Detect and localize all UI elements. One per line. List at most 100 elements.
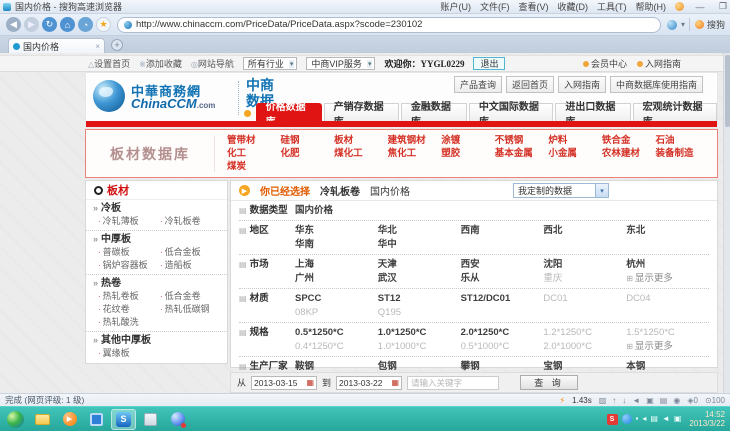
category-link[interactable]: 铁合金 (602, 134, 656, 147)
filter-option[interactable]: 国内价格 (295, 204, 378, 218)
taskbar-app-explorer[interactable] (138, 409, 163, 430)
url-dropdown-icon[interactable]: ▾ (681, 20, 685, 29)
nav-tab-item[interactable]: 宏观统计数据库 (633, 103, 717, 121)
tab-title[interactable]: 国内价格 (23, 40, 59, 53)
filter-option[interactable]: 西北 (543, 224, 626, 238)
category-link[interactable]: 农林建材 (602, 147, 656, 160)
sidebar-group-label[interactable]: »中厚板 (93, 233, 222, 246)
filter-option[interactable]: 重庆 (543, 272, 626, 286)
security-shield-icon[interactable] (667, 20, 677, 30)
menubar-item[interactable]: 账户(U) (441, 0, 472, 13)
taskbar-app-media[interactable]: ▶ (57, 409, 82, 430)
category-link[interactable]: 石油 (655, 134, 709, 147)
filter-option[interactable]: DC01 (543, 292, 626, 306)
status-tool-icon[interactable]: ▣ (646, 396, 654, 405)
quick-link-button[interactable]: 返回首页 (506, 76, 554, 93)
calendar-icon[interactable]: ▦ (391, 379, 399, 387)
filter-option[interactable]: 西南 (461, 224, 544, 238)
add-favorite-link[interactable]: ※添加收藏 (139, 57, 182, 70)
restore-button[interactable]: ❐ (716, 1, 730, 12)
category-link[interactable]: 化工 (227, 147, 281, 160)
network-tray-icon[interactable]: ▤ (650, 415, 658, 423)
filter-option[interactable]: Q195 (378, 306, 461, 320)
filter-option[interactable]: 上海 (295, 258, 378, 272)
category-link[interactable]: 硅钢 (281, 134, 335, 147)
sidebar-item[interactable]: ·低合金板 (160, 246, 222, 259)
vertical-scrollbar[interactable] (723, 53, 730, 393)
sidebar-item[interactable]: ·普碳板 (98, 246, 160, 259)
filter-option[interactable]: 2.0*1250*C (461, 326, 544, 340)
category-link[interactable]: 煤化工 (334, 147, 388, 160)
menubar-item[interactable]: 收藏(D) (558, 0, 589, 13)
category-link[interactable]: 基本金属 (495, 147, 549, 160)
filter-option[interactable]: 杭州 (626, 258, 709, 272)
filter-option[interactable]: 华南 (295, 238, 378, 252)
volume-tray-icon[interactable]: ◄ (662, 415, 670, 423)
search-engine-label[interactable]: 搜狗 (707, 18, 725, 31)
date-from-input[interactable]: 2013-03-15 ▦ (251, 376, 317, 390)
refresh-icon[interactable]: ↻ (42, 17, 57, 32)
category-link[interactable]: 板材 (334, 134, 388, 147)
set-homepage-link[interactable]: △设置首页 (88, 57, 130, 70)
filter-option[interactable]: 08KP (295, 306, 378, 320)
sidebar-item[interactable]: ·造船板 (160, 259, 222, 272)
category-link[interactable]: 装备制造 (655, 147, 709, 160)
nav-tab-item[interactable]: 进出口数据库 (555, 103, 630, 121)
category-link[interactable]: 不锈钢 (495, 134, 549, 147)
taskbar-app-sogou-browser[interactable]: S (111, 409, 136, 430)
show-more-link[interactable]: ⊞显示更多 (626, 340, 709, 354)
shield-counter[interactable]: ◈0 (687, 396, 698, 405)
industry-select[interactable]: 所有行业▾ (243, 57, 298, 70)
filter-option[interactable]: SPCC (295, 292, 378, 306)
query-button[interactable]: 查 询 (520, 375, 578, 390)
filter-option[interactable]: 天津 (378, 258, 461, 272)
sidebar-item[interactable]: ·花纹卷 (98, 303, 160, 316)
menubar-item[interactable]: 帮助(H) (636, 0, 667, 13)
sidebar-item[interactable]: ·冷轧板卷 (160, 215, 222, 228)
nav-tab-item[interactable]: 产销存数据库 (324, 103, 399, 121)
keyword-input[interactable] (407, 376, 499, 390)
join-guide-link[interactable]: 入网指南 (637, 57, 681, 70)
start-button[interactable] (3, 409, 28, 430)
date-to-input[interactable]: 2013-03-22 ▦ (336, 376, 402, 390)
home-icon[interactable]: ⌂ (60, 17, 75, 32)
sidebar-item[interactable]: ·热轧卷板 (98, 290, 160, 303)
tray-app-icon[interactable] (622, 414, 632, 424)
category-link[interactable]: 涂镀 (441, 134, 495, 147)
filter-option[interactable]: 0.5*1250*C (295, 326, 378, 340)
category-link[interactable]: 化肥 (281, 147, 335, 160)
search-segment[interactable]: 搜狗 (689, 18, 725, 31)
skin-icon[interactable] (675, 2, 684, 11)
filter-option[interactable]: ST12 (378, 292, 461, 306)
address-bar[interactable]: http://www.chinaccm.com/PriceData/PriceD… (117, 17, 661, 33)
browser-tab[interactable]: 国内价格 × (8, 38, 105, 53)
tab-close-icon[interactable]: × (95, 42, 100, 51)
category-link[interactable]: 管带材 (227, 134, 281, 147)
filter-option[interactable]: 1.2*1250*C (543, 326, 626, 340)
sidebar-item[interactable]: ·热轧酸洗 (98, 316, 160, 329)
filter-option[interactable]: 华中 (378, 238, 461, 252)
filter-option[interactable]: 0.5*1000*C (461, 340, 544, 354)
category-link[interactable]: 焦化工 (388, 147, 442, 160)
zoom-control[interactable]: ⊙100 (705, 396, 725, 405)
status-tool-icon[interactable]: ▨ (599, 396, 607, 405)
filter-option[interactable]: 沈阳 (543, 258, 626, 272)
filter-option[interactable]: 1.0*1250*C (378, 326, 461, 340)
selected-data-type[interactable]: 国内价格 (370, 183, 410, 198)
taskbar-app-window[interactable] (84, 409, 109, 430)
calendar-icon[interactable]: ▦ (306, 379, 314, 387)
filter-option[interactable]: 华东 (295, 224, 378, 238)
input-method-icon[interactable]: S (607, 414, 618, 425)
sidebar-item[interactable]: ·锅炉容器板 (98, 259, 160, 272)
status-tool-icon[interactable]: ↓ (622, 396, 626, 405)
filter-option[interactable]: 西安 (461, 258, 544, 272)
scrollbar-thumb[interactable] (725, 55, 730, 127)
new-tab-button[interactable]: + (111, 39, 123, 51)
sidebar-item[interactable]: ·低合金卷 (160, 290, 222, 303)
usb-tray-icon[interactable]: ▪ (636, 415, 639, 423)
menubar-item[interactable]: 文件(F) (480, 0, 510, 13)
menubar-item[interactable]: 查看(V) (519, 0, 549, 13)
filter-option[interactable]: 武汉 (378, 272, 461, 286)
favorites-star-icon[interactable]: ★ (96, 17, 111, 32)
nav-tab-active[interactable]: 价格数据库 (256, 103, 322, 121)
